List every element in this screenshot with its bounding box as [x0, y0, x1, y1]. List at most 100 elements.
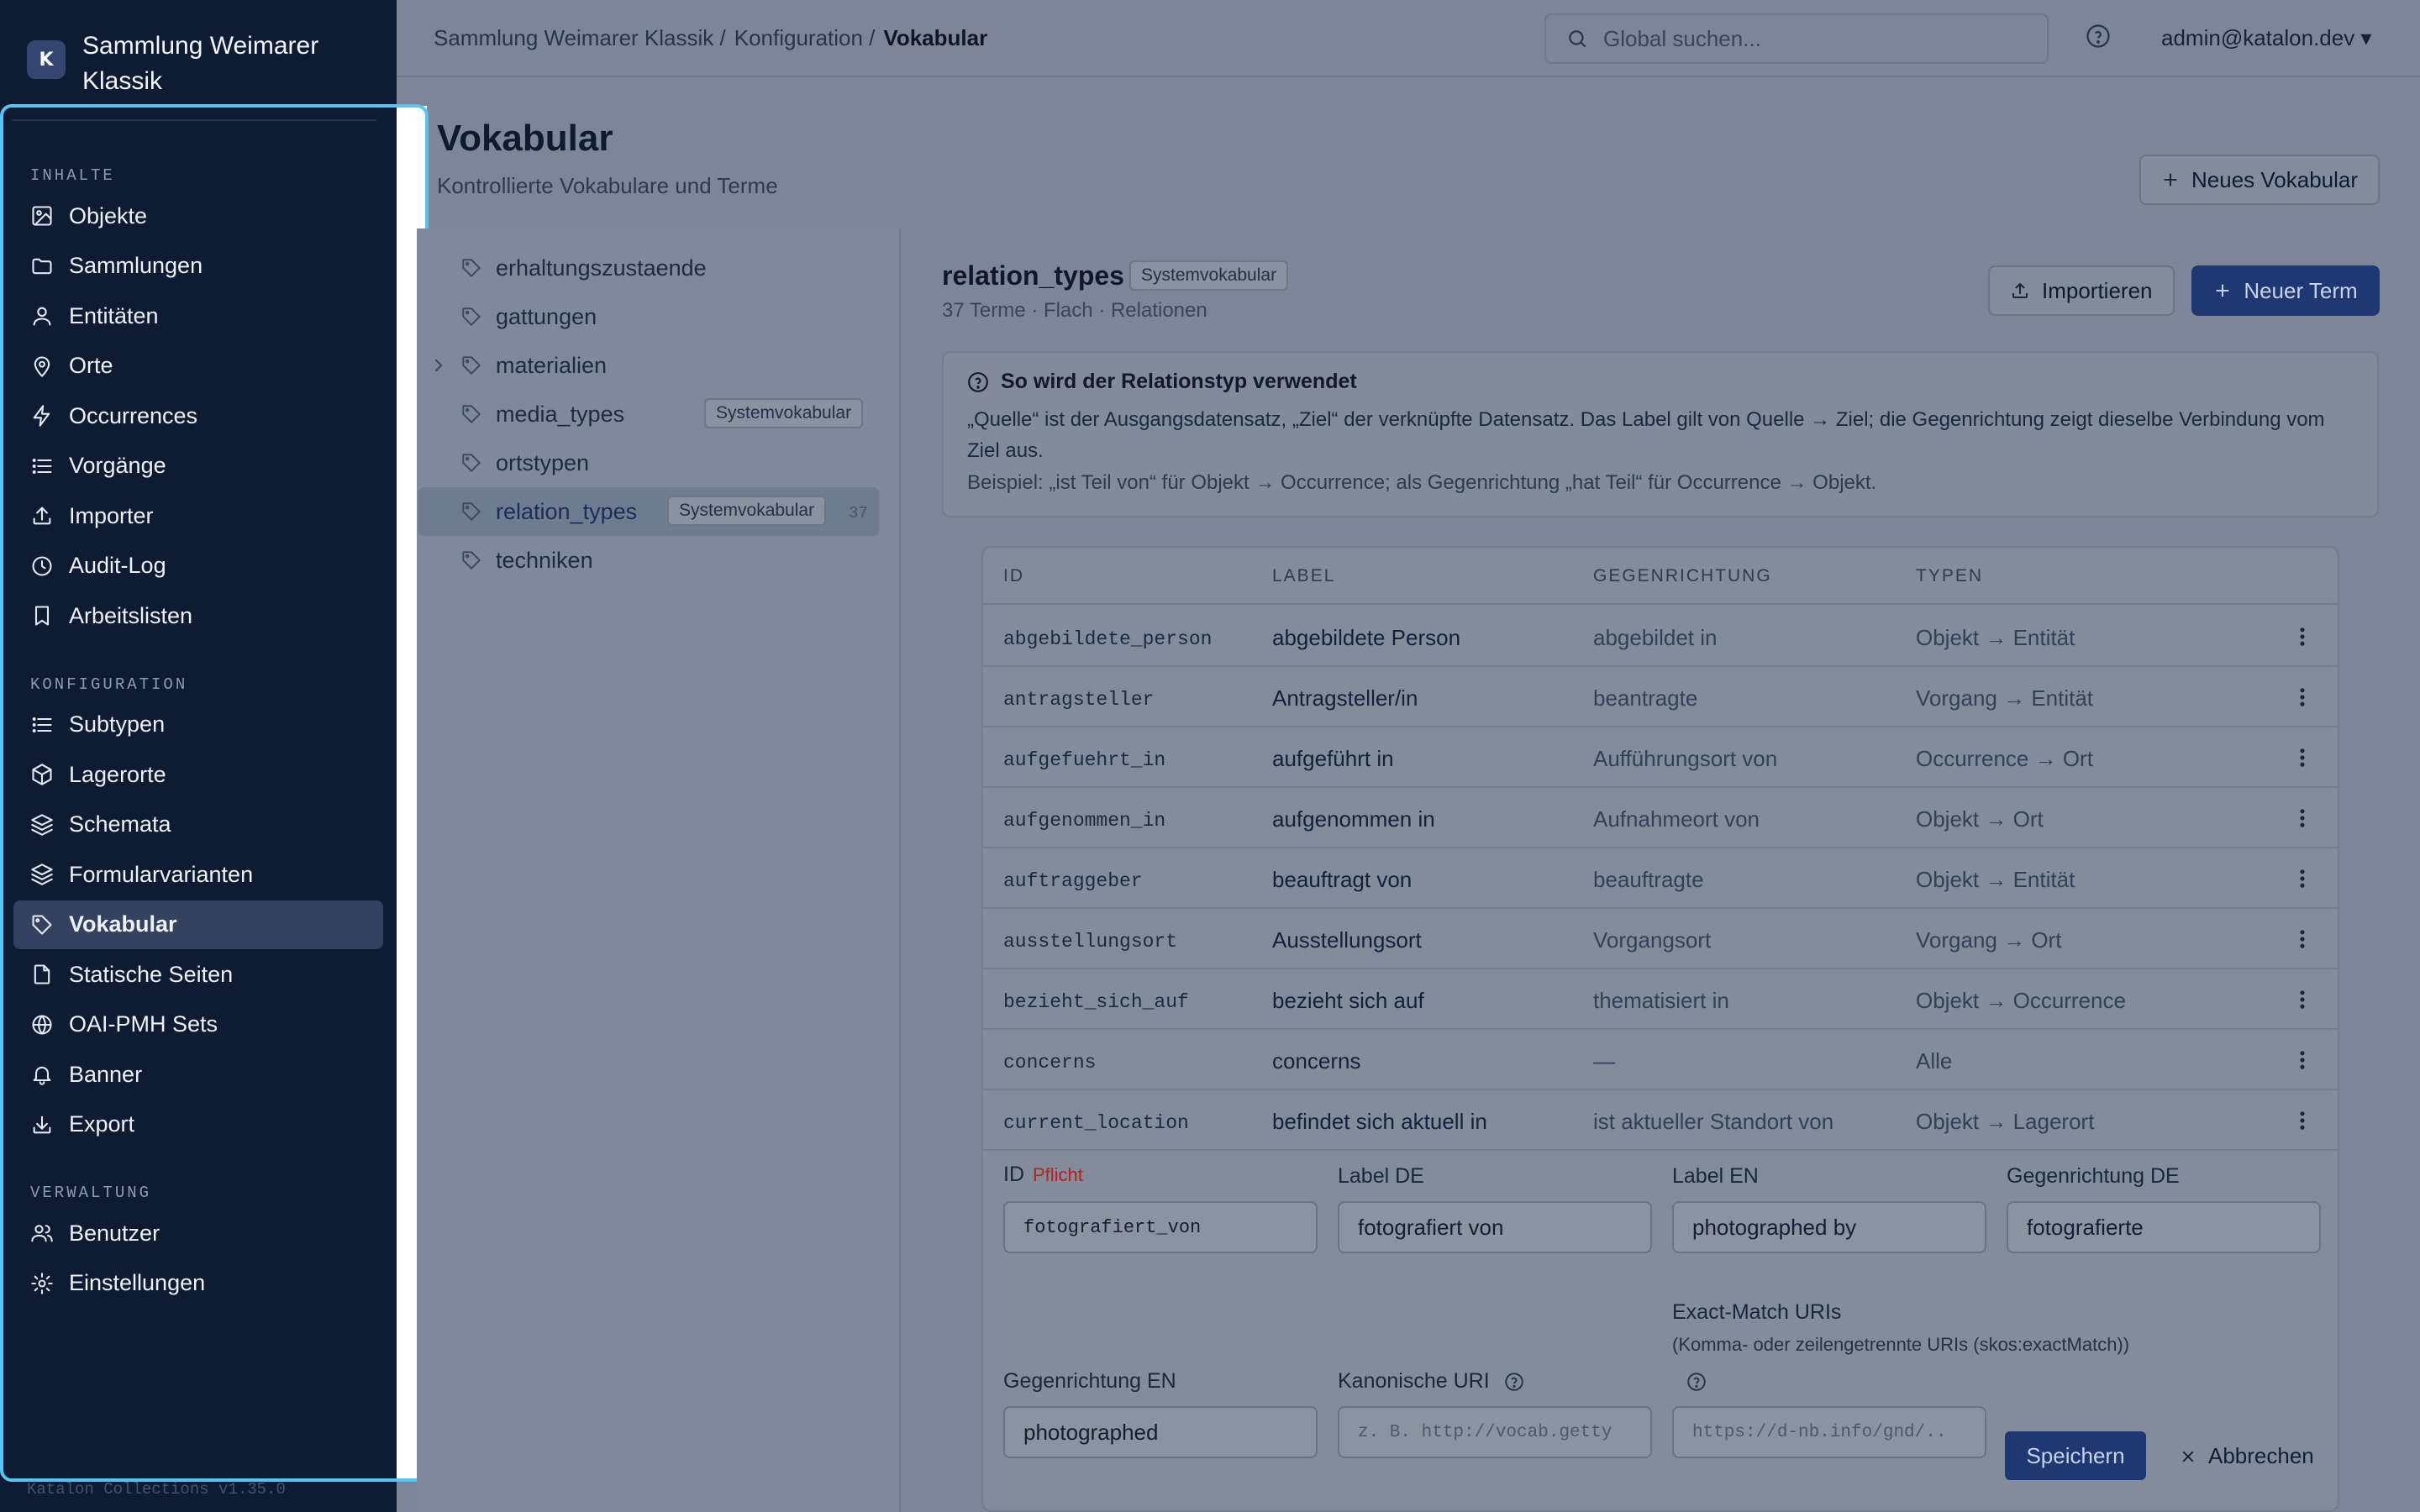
exact-match-input[interactable]: https://d-nb.info/gnd/..	[1672, 1406, 1986, 1458]
inverse-en-input[interactable]: photographed	[1003, 1406, 1318, 1458]
cell-inverse: beantragte	[1593, 685, 1698, 711]
table-row[interactable]: aufgenommen_in aufgenommen in Aufnahmeort …	[983, 788, 2338, 848]
column-header-types[interactable]: TYPEN	[1916, 566, 1983, 586]
import-button[interactable]: Importieren	[1988, 265, 2175, 316]
new-vocabulary-button[interactable]: Neues Vokabular	[2139, 155, 2381, 205]
canonical-uri-help-icon[interactable]	[1503, 1371, 1525, 1393]
cell-label: befindet sich aktuell in	[1272, 1109, 1487, 1134]
vocabulary-item-erhaltungszustaende[interactable]: erhaltungszustaende	[418, 244, 879, 292]
cell-label: concerns	[1272, 1048, 1361, 1074]
sidebar-item-benutzer[interactable]: Benutzer	[13, 1209, 383, 1257]
vocabulary-item-materialien[interactable]: materialien	[418, 341, 879, 390]
vocabulary-item-gattungen[interactable]: gattungen	[418, 292, 879, 341]
table-row[interactable]: abgebildete_person abgebildete Person abge…	[983, 606, 2338, 667]
more-vertical-icon[interactable]	[2294, 625, 2311, 648]
vocabulary-item-techniken[interactable]: techniken	[418, 536, 879, 585]
sidebar-item-lagerorte[interactable]: Lagerorte	[13, 750, 383, 799]
canonical-uri-label-text: Kanonische URI	[1338, 1369, 1490, 1393]
new-vocabulary-label: Neues Vokabular	[2191, 166, 2359, 192]
inverse-de-input[interactable]: fotografierte	[2007, 1201, 2321, 1253]
sidebar-item-audit-log[interactable]: Audit-Log	[13, 542, 383, 591]
chevron-right-icon[interactable]	[430, 356, 445, 375]
label-de-field-label: Label DE	[1338, 1164, 1424, 1188]
table-row[interactable]: antragsteller Antragsteller/in beantragte V…	[983, 667, 2338, 727]
vocabulary-name: media_types	[496, 401, 625, 427]
more-vertical-icon[interactable]	[2294, 685, 2311, 709]
required-marker: Pflicht	[1033, 1164, 1083, 1185]
table-row[interactable]: ausstellungsort Ausstellungsort Vorgangsor…	[983, 909, 2338, 969]
sidebar-item-formularvarianten[interactable]: Formularvarianten	[13, 850, 383, 899]
upload-icon	[33, 507, 51, 525]
table-row[interactable]: bezieht_sich_auf bezieht sich auf thematis…	[983, 969, 2338, 1030]
more-vertical-icon[interactable]	[2294, 867, 2311, 890]
more-vertical-icon[interactable]	[2294, 927, 2311, 951]
sidebar-item-statische-seiten[interactable]: Statische Seiten	[13, 950, 383, 999]
sidebar-item-objekte[interactable]: Objekte	[13, 192, 383, 240]
info-heading-text: So wird der Relationstyp verwendet	[1001, 370, 1357, 393]
user-menu[interactable]: admin@katalon.dev ▾	[2161, 25, 2371, 51]
cell-id: aufgefuehrt_in	[1003, 749, 1166, 771]
sidebar-item-vorgänge[interactable]: Vorgänge	[13, 442, 383, 491]
help-icon[interactable]	[2086, 24, 2111, 49]
table-row[interactable]: aufgefuehrt_in aufgeführt in Aufführungsor…	[983, 727, 2338, 788]
sidebar-item-schemata[interactable]: Schemata	[13, 801, 383, 849]
cancel-button[interactable]: Abbrechen	[2180, 1443, 2314, 1469]
column-header-label[interactable]: LABEL	[1272, 566, 1335, 586]
sidebar-item-banner[interactable]: Banner	[13, 1050, 383, 1099]
nav-section-label: KONFIGURATION	[30, 675, 188, 694]
label-de-input[interactable]: fotografiert von	[1338, 1201, 1652, 1253]
system-vocabulary-badge: Systemvokabular	[667, 496, 827, 526]
sidebar-item-einstellungen[interactable]: Einstellungen	[13, 1259, 383, 1308]
cell-inverse: abgebildet in	[1593, 625, 1718, 650]
layers-icon	[31, 864, 53, 885]
label-en-input[interactable]: photographed by	[1672, 1201, 1986, 1253]
breadcrumb-item-configuration[interactable]: Konfiguration /	[734, 25, 876, 51]
sidebar-item-oai-pmh-sets[interactable]: OAI-PMH Sets	[13, 1000, 383, 1049]
vocabulary-item-ortstypen[interactable]: ortstypen	[418, 438, 879, 487]
tag-icon	[462, 259, 481, 278]
sidebar-item-label: Statische Seiten	[69, 961, 234, 987]
app-version: Katalon Collections v1.35.0	[27, 1480, 286, 1499]
more-vertical-icon[interactable]	[2294, 806, 2311, 830]
sidebar-item-occurrences[interactable]: Occurrences	[13, 391, 383, 440]
brand[interactable]: K Sammlung Weimarer Klassik	[27, 29, 351, 99]
column-header-id[interactable]: ID	[1003, 566, 1024, 586]
sidebar-item-orte[interactable]: Orte	[13, 342, 383, 391]
table-row[interactable]: concerns concerns — Alle	[983, 1030, 2338, 1090]
more-vertical-icon[interactable]	[2294, 1048, 2311, 1072]
cell-types: Occurrence → Ort	[1916, 746, 2093, 771]
exact-match-label: Exact-Match URIs	[1672, 1300, 1842, 1324]
sidebar-item-sammlungen[interactable]: Sammlungen	[13, 242, 383, 291]
sidebar-item-entitäten[interactable]: Entitäten	[13, 291, 383, 340]
cell-id: auftraggeber	[1003, 870, 1143, 892]
bell-icon	[33, 1066, 51, 1085]
breadcrumb-item-collection[interactable]: Sammlung Weimarer Klassik /	[434, 25, 726, 51]
search-placeholder: Global suchen...	[1603, 25, 1761, 51]
sidebar-item-arbeitslisten[interactable]: Arbeitslisten	[13, 591, 383, 640]
exact-match-help-icon[interactable]	[1686, 1371, 1707, 1393]
sidebar-item-importer[interactable]: Importer	[13, 491, 383, 540]
sidebar-item-vokabular[interactable]: Vokabular	[13, 900, 383, 949]
save-button[interactable]: Speichern	[2005, 1431, 2146, 1480]
nav-section-label: INHALTE	[30, 166, 115, 185]
global-search-input[interactable]: Global suchen...	[1544, 13, 2049, 64]
cell-label: Antragsteller/in	[1272, 685, 1418, 711]
table-row[interactable]: current_location befindet sich aktuell in…	[983, 1090, 2338, 1151]
canonical-uri-input[interactable]: z. B. http://vocab.getty	[1338, 1406, 1652, 1458]
more-vertical-icon[interactable]	[2294, 1109, 2311, 1132]
cell-label: aufgenommen in	[1272, 806, 1435, 832]
sidebar-item-subtypen[interactable]: Subtypen	[13, 701, 383, 749]
brand-logo: K	[27, 40, 66, 79]
cell-types: Vorgang → Entität	[1916, 685, 2094, 711]
more-vertical-icon[interactable]	[2294, 746, 2311, 769]
vocabulary-item-media-types[interactable]: media_types Systemvokabular	[418, 390, 879, 438]
new-term-button[interactable]: Neuer Term	[2191, 265, 2380, 316]
help-circle-icon	[968, 371, 988, 392]
column-header-inverse[interactable]: GEGENRICHTUNG	[1593, 566, 1772, 586]
sidebar-item-label: Formularvarianten	[69, 861, 254, 887]
table-row[interactable]: auftraggeber beauftragt von beauftragte Obj…	[983, 848, 2338, 909]
vocabulary-item-relation-types[interactable]: relation_types Systemvokabular 37	[418, 487, 879, 536]
more-vertical-icon[interactable]	[2294, 988, 2311, 1011]
sidebar-item-export[interactable]: Export	[13, 1100, 383, 1149]
id-input[interactable]: fotografiert_von	[1003, 1201, 1318, 1253]
